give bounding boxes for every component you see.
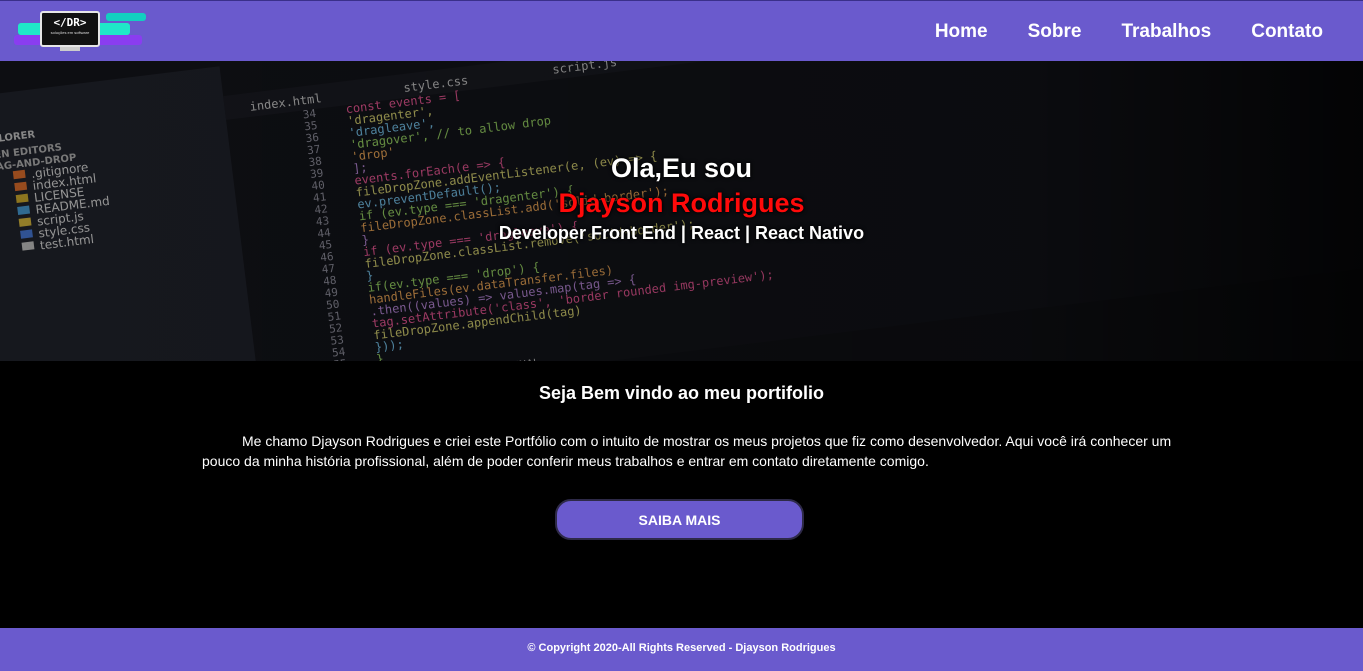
main-nav: Home Sobre Trabalhos Contato [895, 1, 1323, 62]
logo-monitor-stand [60, 47, 80, 51]
hero-greeting: Ola,Eu sou [610, 153, 753, 183]
hero-banner: index.htmlstyle.cssscript.jsOPEN EDITORS… [0, 61, 1363, 361]
hero-role: Developer Front End | React | React Nati… [498, 223, 865, 243]
site-footer: © Copyright 2020-All Rights Reserved - D… [0, 628, 1363, 671]
logo-code-text: </DR> [53, 16, 87, 29]
site-logo[interactable]: </DR> soluções em software [10, 5, 150, 57]
nav-sobre[interactable]: Sobre [1028, 21, 1082, 43]
welcome-title: Seja Bem vindo ao meu portifolio [538, 383, 825, 403]
hero-text: Ola,Eu sou Djayson Rodrigues Developer F… [0, 151, 1363, 245]
logo-subtitle: soluções em software [50, 30, 90, 35]
logo-monitor: </DR> soluções em software [40, 11, 100, 47]
nav-home[interactable]: Home [935, 21, 988, 43]
nav-trabalhos[interactable]: Trabalhos [1121, 21, 1211, 43]
logo-splash-teal [106, 13, 146, 21]
hero-name: Djayson Rodrigues [558, 188, 805, 218]
saiba-mais-button[interactable]: SAIBA MAIS [555, 499, 804, 540]
intro-text: Me chamo Djayson Rodrigues e criei este … [202, 433, 1172, 469]
site-header: </DR> soluções em software Home Sobre Tr… [0, 0, 1363, 61]
nav-contato[interactable]: Contato [1251, 21, 1323, 43]
footer-copyright: © Copyright 2020-All Rights Reserved - D… [527, 642, 836, 654]
